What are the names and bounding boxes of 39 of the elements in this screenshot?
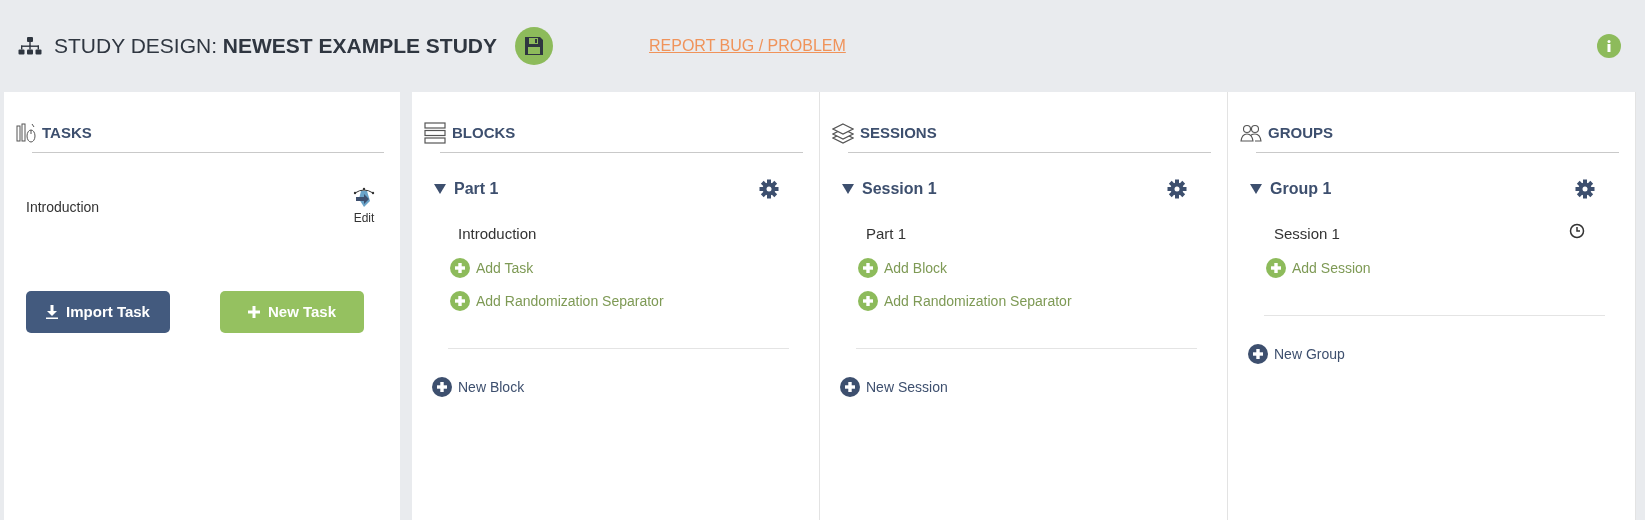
panel-title: BLOCKS: [452, 122, 516, 143]
page-title: STUDY DESIGN: NEWEST EXAMPLE STUDY: [54, 33, 497, 60]
clock-icon: [1569, 223, 1585, 239]
edit-button[interactable]: Edit: [352, 187, 376, 227]
tree-node[interactable]: Part 1: [434, 177, 499, 201]
new-item-link[interactable]: New Group: [1248, 343, 1345, 365]
plus-icon: [247, 306, 260, 318]
plus-circle-icon: [432, 377, 452, 397]
panel-title: GROUPS: [1268, 122, 1333, 143]
plus-circle-icon: [858, 258, 878, 278]
new-item-link[interactable]: New Session: [840, 376, 948, 398]
download-icon: [46, 305, 59, 319]
plus-circle-icon: [1248, 344, 1268, 364]
tree-node[interactable]: Group 1: [1250, 177, 1332, 201]
plus-circle-icon: [1266, 258, 1286, 278]
layers-icon: [832, 122, 854, 144]
panel-title: TASKS: [42, 122, 92, 143]
settings-icon: [1167, 179, 1187, 199]
info-icon: [1607, 40, 1611, 52]
task-name: Introduction: [26, 198, 100, 217]
plus-circle-icon: [858, 291, 878, 311]
import-task-button[interactable]: Import Task: [26, 291, 170, 333]
settings-icon: [759, 179, 779, 199]
tree-item: Part 1: [866, 224, 907, 244]
plus-circle-icon: [450, 291, 470, 311]
tree-node[interactable]: Session 1: [842, 177, 937, 201]
blocks-icon: [424, 122, 446, 144]
hierarchy-icon: [18, 36, 42, 56]
plus-circle-icon: [840, 377, 860, 397]
people-icon: [1240, 122, 1262, 144]
settings-icon: [1575, 179, 1595, 199]
tools-icon: [16, 123, 36, 143]
edit-icon: [352, 187, 376, 209]
tree-item: Session 1: [1274, 224, 1340, 244]
tree-item: Introduction: [458, 224, 537, 244]
save-button[interactable]: [515, 27, 553, 65]
plus-circle-icon: [450, 258, 470, 278]
new-item-link[interactable]: New Block: [432, 376, 525, 398]
panel-title: SESSIONS: [860, 122, 937, 143]
